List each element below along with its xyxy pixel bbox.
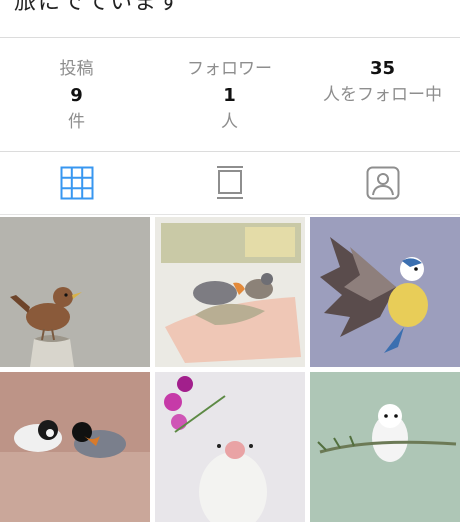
photo-thumbnail[interactable] [0,217,150,367]
stat-following[interactable]: 35 人をフォロー中 [306,38,459,106]
feed-icon [216,166,243,199]
tagged-person-icon [366,166,399,200]
stat-followers[interactable]: フォロワー 1 人 [153,38,306,133]
photo-grid [0,217,460,522]
wren-photo [0,217,150,367]
stat-posts-count: 9 [70,85,83,106]
photo-thumbnail[interactable] [155,372,305,522]
stat-following-count: 35 [369,58,396,79]
finches-on-hand-photo [155,217,305,367]
photo-thumbnail[interactable] [155,217,305,367]
stat-followers-count: 1 [223,85,236,106]
stat-posts-label: 投稿 [59,59,94,79]
stat-posts[interactable]: 投稿 9 件 [0,38,153,133]
stat-followers-unit: 人 [221,112,238,132]
long-tailed-tit-photo [310,372,460,522]
tits-on-branch-photo [0,372,150,522]
photo-thumbnail[interactable] [0,372,150,522]
stat-following-unit: 人をフォロー中 [323,85,442,105]
profile-tabs [0,152,460,214]
blue-tit-photo [310,217,460,367]
java-sparrow-photo [155,372,305,522]
profile-stats: 投稿 9 件 フォロワー 1 人 35 人をフォロー中 [0,38,460,152]
stat-posts-unit: 件 [68,112,85,132]
stat-followers-label: フォロワー [187,59,272,79]
grid-icon [60,166,93,200]
profile-bio-text: 旅にでています [14,0,183,15]
tab-tagged[interactable] [306,152,459,214]
photo-thumbnail[interactable] [310,372,460,522]
tab-feed[interactable] [153,152,306,214]
divider [0,214,460,215]
photo-thumbnail[interactable] [310,217,460,367]
tab-grid[interactable] [0,152,153,214]
